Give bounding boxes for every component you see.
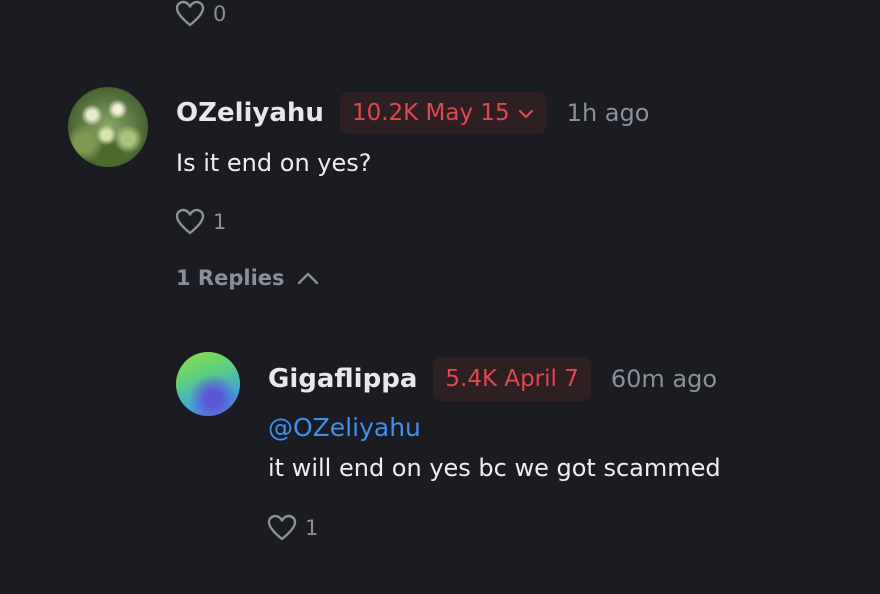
like-count: 1	[305, 516, 319, 540]
like-count: 0	[213, 2, 227, 26]
like-button[interactable]: 1	[175, 208, 226, 236]
position-badge[interactable]: 10.2K May 15	[339, 92, 546, 134]
replies-label: 1 Replies	[176, 266, 285, 290]
position-badge[interactable]: 5.4K April 7	[433, 357, 591, 401]
heart-icon	[267, 514, 297, 542]
reply-text: it will end on yes bc we got scammed	[268, 454, 721, 482]
chevron-up-icon	[297, 266, 319, 290]
mention-link[interactable]: @OZeliyahu	[268, 413, 421, 442]
avatar[interactable]	[68, 87, 148, 167]
replies-toggle[interactable]: 1 Replies	[176, 266, 319, 290]
comments-thread: 0 OZeliyahu 10.2K May 15 1h ago Is it en…	[0, 0, 880, 594]
position-badge-label: 5.4K April 7	[445, 366, 579, 392]
heart-icon	[175, 208, 205, 236]
position-badge-label: 10.2K May 15	[351, 100, 510, 126]
heart-icon	[175, 0, 205, 28]
username[interactable]: OZeliyahu	[176, 98, 324, 128]
timestamp: 60m ago	[610, 365, 718, 393]
timestamp: 1h ago	[566, 99, 650, 127]
comment-text: Is it end on yes?	[176, 149, 372, 177]
like-button[interactable]: 0	[175, 0, 226, 28]
avatar[interactable]	[176, 352, 240, 416]
username[interactable]: Gigaflippa	[268, 364, 417, 394]
chevron-down-icon	[518, 100, 534, 126]
like-count: 1	[213, 210, 227, 234]
reply-header: Gigaflippa 5.4K April 7 60m ago	[268, 357, 717, 401]
comment-header: OZeliyahu 10.2K May 15 1h ago	[176, 92, 649, 134]
like-button[interactable]: 1	[267, 514, 318, 542]
